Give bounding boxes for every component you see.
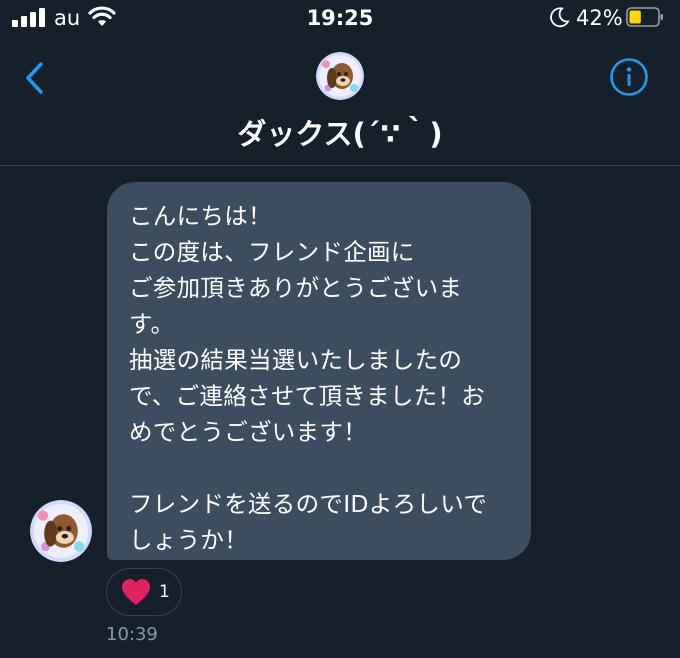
- message-text-line: で、ご連絡させて頂きました！お: [129, 382, 486, 410]
- back-chevron-icon[interactable]: [22, 60, 48, 96]
- battery-icon: [626, 7, 663, 27]
- battery-percent: 42%: [576, 6, 623, 30]
- message-text-line: この度は、フレンド企画に: [129, 238, 415, 266]
- sender-avatar[interactable]: [30, 500, 92, 562]
- message-text-line: フレンドを送るのでIDよろしいで: [129, 490, 488, 518]
- message-bubble[interactable]: こんにちは！ この度は、フレンド企画に ご参加頂きありがとうございま す。 抽選…: [107, 182, 531, 560]
- reaction-count: 1: [159, 582, 170, 602]
- do-not-disturb-moon-icon: [550, 7, 570, 28]
- message-text-line: [129, 450, 515, 486]
- message-text-line: めでとうございます！: [129, 418, 367, 446]
- reaction-pill[interactable]: 1: [106, 568, 182, 616]
- message-text-line: 抽選の結果当選いたしましたの: [129, 346, 463, 374]
- conversation-header: ダックス(´∵｀): [0, 40, 680, 166]
- info-icon[interactable]: [609, 57, 649, 97]
- heart-icon: [122, 579, 150, 605]
- message-timestamp: 10:39: [106, 624, 158, 645]
- conversation-title: ダックス(´∵｀): [237, 117, 443, 151]
- message-text-line: ご参加頂きありがとうございま: [129, 274, 463, 302]
- message-text-line: こんにちは！: [129, 202, 272, 230]
- conversation-avatar[interactable]: [316, 52, 364, 100]
- status-bar: au 19:25 42%: [0, 0, 680, 40]
- message-text-line: しょうか！: [129, 526, 248, 554]
- message-text-line: す。: [129, 310, 175, 338]
